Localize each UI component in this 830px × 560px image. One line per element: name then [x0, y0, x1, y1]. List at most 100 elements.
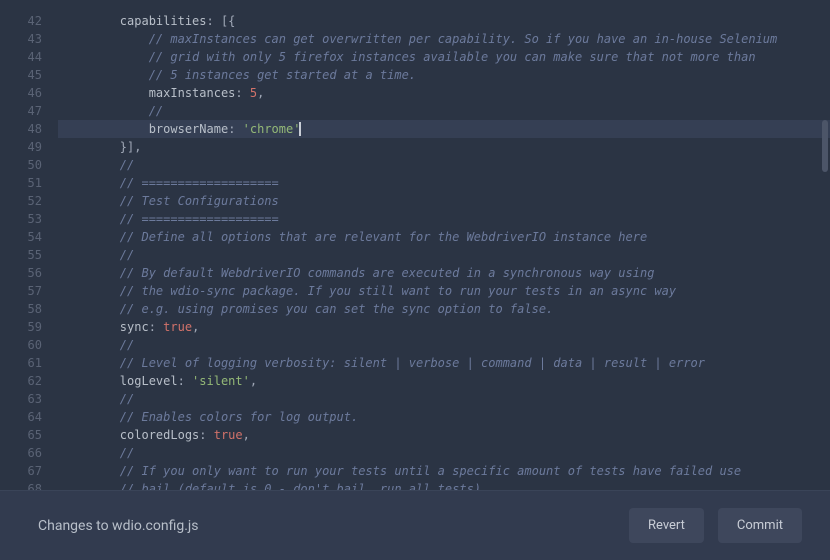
- line-number: 66: [0, 444, 42, 462]
- code-line[interactable]: //: [58, 156, 830, 174]
- changes-footer: Changes to wdio.config.js Revert Commit: [0, 490, 830, 560]
- line-number: 45: [0, 66, 42, 84]
- token-punct: ,: [192, 320, 199, 334]
- line-number: 67: [0, 462, 42, 480]
- code-line[interactable]: //: [58, 102, 830, 120]
- token-punct: ,: [243, 428, 250, 442]
- token-comment: // Enables colors for log output.: [120, 410, 358, 424]
- code-line[interactable]: // bail (default is 0 - don't bail, run …: [58, 480, 830, 490]
- code-line[interactable]: // 5 instances get started at a time.: [58, 66, 830, 84]
- code-line[interactable]: capabilities: [{: [58, 12, 830, 30]
- code-line[interactable]: browserName: 'chrome': [58, 120, 830, 138]
- line-number: 50: [0, 156, 42, 174]
- token-comment: // e.g. using promises you can set the s…: [120, 302, 553, 316]
- line-number: 65: [0, 426, 42, 444]
- code-line[interactable]: // Test Configurations: [58, 192, 830, 210]
- token-key: sync: [120, 320, 149, 334]
- code-line[interactable]: // maxInstances can get overwritten per …: [58, 30, 830, 48]
- token-string: 'chrome': [243, 122, 301, 136]
- line-number: 44: [0, 48, 42, 66]
- code-line[interactable]: // ===================: [58, 174, 830, 192]
- token-punct: ,: [257, 86, 264, 100]
- token-string: 'silent': [192, 374, 250, 388]
- token-comment: //: [120, 248, 134, 262]
- line-number: 42: [0, 12, 42, 30]
- code-line[interactable]: //: [58, 444, 830, 462]
- code-line[interactable]: // grid with only 5 firefox instances av…: [58, 48, 830, 66]
- line-number: 56: [0, 264, 42, 282]
- token-comment: // ===================: [120, 176, 279, 190]
- code-line[interactable]: logLevel: 'silent',: [58, 372, 830, 390]
- token-comment: //: [120, 446, 134, 460]
- commit-button[interactable]: Commit: [718, 508, 802, 543]
- line-number: 64: [0, 408, 42, 426]
- code-line[interactable]: sync: true,: [58, 318, 830, 336]
- token-bool: true: [163, 320, 192, 334]
- token-comment: //: [120, 338, 134, 352]
- token-punct: :: [178, 374, 192, 388]
- code-line[interactable]: // Define all options that are relevant …: [58, 228, 830, 246]
- token-comment: // By default WebdriverIO commands are e…: [120, 266, 655, 280]
- line-number: 47: [0, 102, 42, 120]
- code-line[interactable]: // e.g. using promises you can set the s…: [58, 300, 830, 318]
- token-key: maxInstances: [149, 86, 236, 100]
- line-number: 49: [0, 138, 42, 156]
- token-comment: // Level of logging verbosity: silent | …: [120, 356, 705, 370]
- token-comment: //: [120, 158, 134, 172]
- code-line[interactable]: //: [58, 336, 830, 354]
- line-number: 54: [0, 228, 42, 246]
- token-key: capabilities: [120, 14, 207, 28]
- code-line[interactable]: // the wdio-sync package. If you still w…: [58, 282, 830, 300]
- line-number: 46: [0, 84, 42, 102]
- text-cursor: [299, 122, 301, 136]
- line-number: 63: [0, 390, 42, 408]
- line-number: 43: [0, 30, 42, 48]
- token-comment: //: [149, 104, 163, 118]
- token-punct: }],: [120, 140, 142, 154]
- token-punct: ,: [250, 374, 257, 388]
- token-key: browserName: [149, 122, 228, 136]
- line-number: 52: [0, 192, 42, 210]
- line-number: 53: [0, 210, 42, 228]
- code-area[interactable]: capabilities: [{ // maxInstances can get…: [58, 0, 830, 490]
- vertical-scrollbar[interactable]: [822, 120, 828, 172]
- token-comment: // maxInstances can get overwritten per …: [149, 32, 778, 46]
- code-line[interactable]: // Level of logging verbosity: silent | …: [58, 354, 830, 372]
- code-line[interactable]: coloredLogs: true,: [58, 426, 830, 444]
- line-number: 68: [0, 480, 42, 490]
- token-punct: : [{: [207, 14, 236, 28]
- token-comment: // Define all options that are relevant …: [120, 230, 647, 244]
- footer-actions: Revert Commit: [629, 508, 802, 543]
- line-number: 57: [0, 282, 42, 300]
- code-line[interactable]: // By default WebdriverIO commands are e…: [58, 264, 830, 282]
- code-line[interactable]: // If you only want to run your tests un…: [58, 462, 830, 480]
- code-editor[interactable]: 4243444546474849505152535455565758596061…: [0, 0, 830, 490]
- line-number-gutter: 4243444546474849505152535455565758596061…: [0, 0, 58, 490]
- line-number: 62: [0, 372, 42, 390]
- line-number: 51: [0, 174, 42, 192]
- code-line[interactable]: // Enables colors for log output.: [58, 408, 830, 426]
- token-comment: // 5 instances get started at a time.: [149, 68, 416, 82]
- token-punct: :: [149, 320, 163, 334]
- line-number: 58: [0, 300, 42, 318]
- token-key: logLevel: [120, 374, 178, 388]
- token-punct: :: [235, 86, 249, 100]
- revert-button[interactable]: Revert: [629, 508, 704, 543]
- token-bool: true: [214, 428, 243, 442]
- line-number: 48: [0, 120, 42, 138]
- token-comment: // Test Configurations: [120, 194, 279, 208]
- token-comment: // If you only want to run your tests un…: [120, 464, 741, 478]
- line-number: 60: [0, 336, 42, 354]
- token-comment: // ===================: [120, 212, 279, 226]
- line-number: 59: [0, 318, 42, 336]
- line-number: 55: [0, 246, 42, 264]
- code-line[interactable]: // ===================: [58, 210, 830, 228]
- code-line[interactable]: maxInstances: 5,: [58, 84, 830, 102]
- token-comment: // the wdio-sync package. If you still w…: [120, 284, 676, 298]
- token-num: 5: [250, 86, 257, 100]
- code-line[interactable]: }],: [58, 138, 830, 156]
- code-line[interactable]: //: [58, 246, 830, 264]
- token-key: coloredLogs: [120, 428, 199, 442]
- code-line[interactable]: //: [58, 390, 830, 408]
- token-comment: //: [120, 392, 134, 406]
